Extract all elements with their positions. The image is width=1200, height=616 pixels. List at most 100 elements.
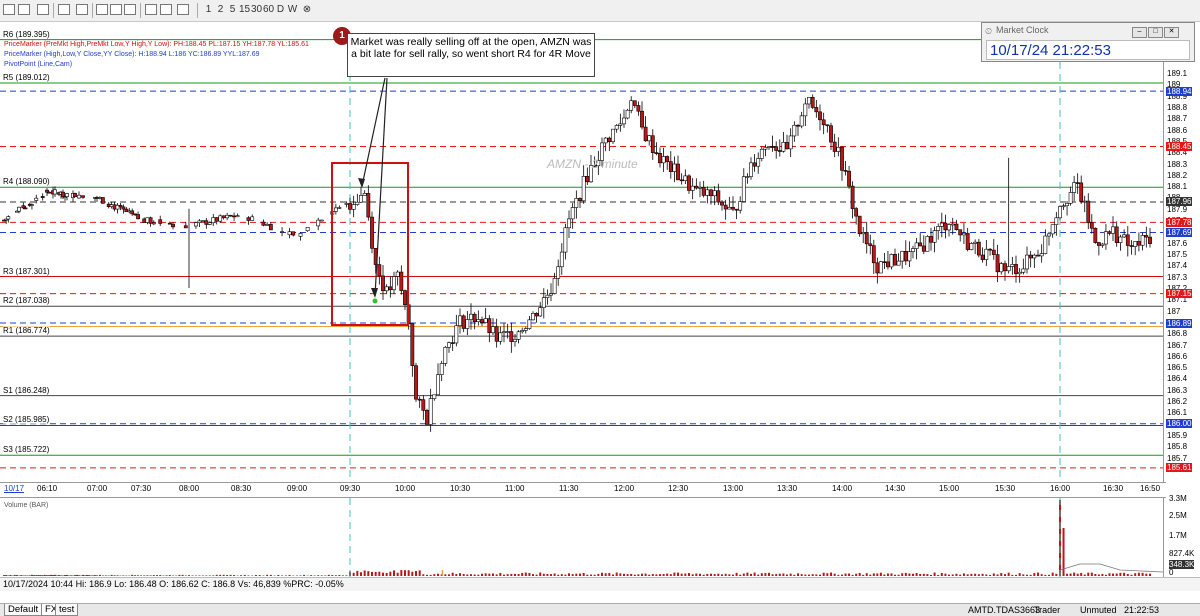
candle-body: [695, 186, 698, 188]
candle-body: [488, 319, 491, 333]
candle-body: [1137, 241, 1140, 245]
bars-icon[interactable]: [76, 4, 88, 15]
candle-body: [45, 190, 48, 192]
timeframe-5[interactable]: 5: [227, 3, 238, 17]
volume-bar: [270, 575, 272, 576]
volume-bar: [815, 574, 817, 576]
zoom-out-icon[interactable]: [110, 4, 122, 15]
candle-body: [855, 209, 858, 217]
candle-body: [201, 221, 204, 222]
entry-marker: [373, 299, 378, 304]
cursor-icon[interactable]: [18, 4, 30, 15]
volume-bar: [561, 574, 563, 576]
close-icon[interactable]: ⊗: [302, 3, 312, 17]
volume-bar: [1145, 574, 1147, 576]
volume-bar: [528, 573, 530, 576]
candle-body: [288, 232, 291, 235]
minimize-button[interactable]: –: [1132, 27, 1147, 38]
volume-bar: [342, 575, 344, 576]
timeframe-60[interactable]: 60: [263, 3, 274, 17]
volume-bar: [717, 574, 719, 576]
candle-body: [1036, 255, 1039, 256]
volume-bar: [140, 575, 142, 576]
volume-bar: [117, 575, 119, 576]
crosshair-icon[interactable]: [124, 4, 136, 15]
volume-bar: [590, 575, 592, 576]
candle-body: [815, 107, 818, 111]
candle-body: [370, 217, 373, 248]
candle-body: [480, 319, 483, 322]
volume-bar: [321, 575, 323, 576]
list-icon[interactable]: [58, 4, 70, 15]
volume-bar: [605, 573, 607, 576]
maximize-button[interactable]: □: [1148, 27, 1163, 38]
candle-body: [684, 176, 687, 181]
candle-body: [171, 224, 174, 227]
volume-pane[interactable]: [0, 497, 1166, 578]
layout-icon[interactable]: [3, 4, 15, 15]
price-chart[interactable]: [0, 22, 1166, 483]
candle-body: [1029, 255, 1032, 258]
candle-body: [30, 205, 33, 206]
time-axis[interactable]: 10/1706:1007:0007:3008:0008:3009:0009:30…: [0, 482, 1166, 496]
pencil-icon[interactable]: [160, 4, 172, 15]
volume-bar: [240, 575, 242, 576]
volume-bar: [993, 573, 995, 576]
market-clock-window[interactable]: ⏲ Market Clock – □ ✕ 10/17/24 21:22:53: [981, 22, 1195, 62]
annotation-callout[interactable]: Market was really selling off at the ope…: [347, 33, 595, 77]
candle-body: [959, 230, 962, 235]
timeframe-D[interactable]: D: [275, 3, 286, 17]
candle-body: [352, 205, 355, 210]
volume-bar: [959, 575, 961, 576]
volume-bar: [985, 574, 987, 576]
volume-bar: [1077, 574, 1079, 576]
volume-bar: [764, 573, 766, 576]
timeframe-W[interactable]: W: [287, 3, 298, 17]
timeframe-2[interactable]: 2: [215, 3, 226, 17]
candle-body: [65, 193, 68, 196]
volume-bar: [455, 574, 457, 576]
volume-bar: [102, 575, 104, 576]
clock-icon[interactable]: [177, 4, 189, 15]
zoom-in-icon[interactable]: [96, 4, 108, 15]
candle-body: [546, 295, 549, 297]
candle-body: [389, 287, 392, 290]
timeframe-30[interactable]: 30: [251, 3, 262, 17]
volume-bar: [1041, 574, 1043, 576]
price-axis[interactable]: 189.1189188.9188.8188.7188.6188.5188.418…: [1163, 22, 1200, 483]
volume-bar: [105, 575, 107, 576]
candle-body: [41, 196, 44, 197]
candle-body: [1076, 183, 1079, 184]
candle-body: [947, 225, 950, 230]
grid-icon[interactable]: [37, 4, 49, 15]
draw-line-icon[interactable]: [145, 4, 157, 15]
price-tick: 187.4: [1167, 261, 1187, 270]
candle-body: [666, 156, 669, 161]
tab-default[interactable]: Default: [4, 604, 42, 616]
volume-axis[interactable]: 3.3M2.5M1.7M827.4K348.3K0: [1163, 497, 1200, 577]
tab-test[interactable]: test: [55, 604, 78, 616]
candle-body: [451, 343, 454, 344]
candle-body: [1022, 269, 1025, 272]
candle-body: [637, 106, 640, 112]
candle-body: [422, 400, 425, 411]
timeframe-1[interactable]: 1: [203, 3, 214, 17]
candle-body: [757, 159, 760, 167]
volume-bar: [754, 573, 756, 576]
volume-bar: [1044, 575, 1046, 576]
candle-body: [571, 208, 574, 219]
volume-bar: [510, 574, 512, 576]
candle-body: [1104, 232, 1107, 244]
volume-bar: [564, 575, 566, 576]
close-button[interactable]: ✕: [1164, 27, 1179, 38]
candle-body: [630, 101, 633, 111]
volume-bar: [444, 574, 446, 576]
price-tick: 186.5: [1167, 363, 1187, 372]
price-tick: 186.1: [1167, 408, 1187, 417]
candle-body: [1134, 241, 1137, 246]
volume-bar: [5, 575, 7, 576]
timeframe-15[interactable]: 15: [239, 3, 250, 17]
volume-bar: [266, 575, 268, 576]
sound-status[interactable]: Unmuted: [1080, 604, 1117, 616]
candle-body: [348, 203, 351, 209]
